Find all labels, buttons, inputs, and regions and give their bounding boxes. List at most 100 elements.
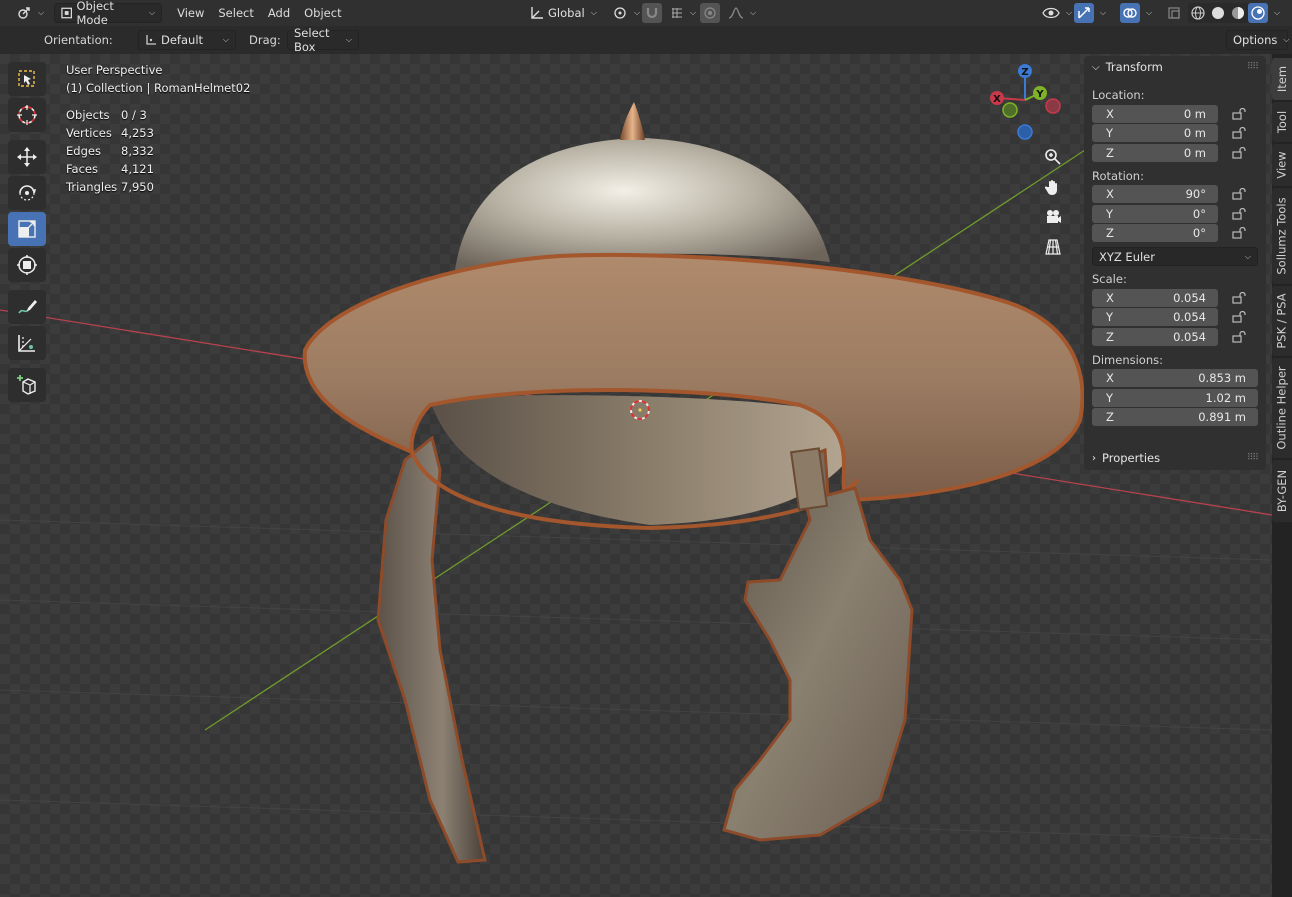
- rotation-x-field[interactable]: X 90°: [1092, 185, 1218, 204]
- gizmo-neg-x[interactable]: [1045, 98, 1061, 114]
- solid-shading-button[interactable]: [1208, 3, 1228, 23]
- dimensions-y-field[interactable]: Y 1.02 m: [1092, 388, 1258, 407]
- stat-label: Edges: [66, 144, 101, 158]
- axis-label: Z: [1106, 145, 1114, 160]
- tool-measure[interactable]: [8, 326, 46, 360]
- tool-add-cube[interactable]: [8, 368, 46, 402]
- cursor-icon: [17, 105, 37, 125]
- lock-rotation-y[interactable]: [1232, 207, 1252, 220]
- falloff-dropdown[interactable]: ⌵: [722, 3, 762, 23]
- tab-label: Outline Helper: [1275, 366, 1289, 450]
- zoom-button[interactable]: [1040, 146, 1066, 168]
- overlays-toggle[interactable]: [1120, 3, 1140, 23]
- pan-button[interactable]: [1040, 176, 1066, 198]
- chevron-down-icon: ⌵: [590, 8, 597, 17]
- gizmo-toggle[interactable]: [1074, 3, 1094, 23]
- axis-label: Z: [1106, 226, 1114, 241]
- gizmo-neg-z[interactable]: [1017, 124, 1033, 140]
- axis-label: X: [1106, 290, 1114, 305]
- lock-rotation-z[interactable]: [1232, 227, 1252, 239]
- options-label: Options: [1233, 33, 1278, 47]
- wireframe-shading-button[interactable]: [1188, 3, 1208, 23]
- lock-scale-x[interactable]: [1232, 291, 1252, 304]
- transform-panel-header[interactable]: ⌵ Transform ⠿⠿: [1084, 56, 1266, 78]
- location-y-field[interactable]: Y 0 m: [1092, 124, 1218, 143]
- transform-icon: [17, 255, 37, 275]
- lock-scale-y[interactable]: [1232, 311, 1252, 323]
- tab-tool[interactable]: Tool: [1272, 102, 1292, 142]
- tab-by-gen[interactable]: BY-GEN: [1272, 460, 1292, 522]
- rotation-z-field[interactable]: Z 0°: [1092, 224, 1218, 243]
- properties-panel-header[interactable]: › Properties ⠿⠿: [1084, 446, 1266, 470]
- lock-location-z[interactable]: [1232, 146, 1252, 159]
- xray-toggle[interactable]: [1164, 3, 1184, 23]
- rendered-shading-button[interactable]: [1248, 3, 1268, 23]
- xray-icon: [1168, 7, 1180, 19]
- field-value: 0.054: [1173, 290, 1206, 305]
- lock-location-x[interactable]: [1232, 107, 1252, 120]
- location-z-field[interactable]: Z 0 m: [1092, 143, 1218, 162]
- stat-value: 4,253: [121, 126, 154, 140]
- snap-toggle[interactable]: [642, 3, 662, 23]
- tool-scale[interactable]: [8, 212, 46, 246]
- tool-select-box[interactable]: [8, 62, 46, 96]
- mode-selector[interactable]: Object Mode ⌵: [54, 0, 163, 27]
- unlocked-icon: [1232, 330, 1246, 343]
- gizmo-dropdown[interactable]: ⌵: [1094, 3, 1110, 23]
- location-z-row: Z 0 m: [1084, 143, 1266, 163]
- 3d-viewport[interactable]: User Perspective (1) Collection | RomanH…: [0, 54, 1272, 897]
- scale-z-field[interactable]: Z 0.054: [1092, 327, 1218, 346]
- menu-view[interactable]: View: [170, 3, 211, 23]
- axis-label: Y: [1106, 206, 1114, 221]
- transform-orientation-dropdown[interactable]: Global ⌵: [524, 3, 603, 23]
- tool-cursor[interactable]: [8, 98, 46, 132]
- tab-outline-helper[interactable]: Outline Helper: [1272, 358, 1292, 458]
- menu-object[interactable]: Object: [297, 3, 348, 23]
- tab-view[interactable]: View: [1272, 144, 1292, 186]
- tab-psk-psa[interactable]: PSK / PSA: [1272, 286, 1292, 356]
- rotation-mode-dropdown[interactable]: XYZ Euler ⌵: [1092, 247, 1258, 266]
- orientation-dropdown[interactable]: Default ⌵: [138, 30, 236, 50]
- options-dropdown[interactable]: Options ⌵: [1226, 30, 1289, 50]
- drag-dropdown[interactable]: Select Box ⌵: [287, 26, 359, 54]
- perspective-toggle-button[interactable]: [1040, 236, 1066, 258]
- viewport-info: User Perspective (1) Collection | RomanH…: [66, 61, 250, 97]
- material-shading-button[interactable]: [1228, 3, 1248, 23]
- proportional-edit-toggle[interactable]: [700, 3, 720, 23]
- menu-select[interactable]: Select: [211, 3, 260, 23]
- tool-move[interactable]: [8, 140, 46, 174]
- drag-grip-icon[interactable]: ⠿⠿: [1247, 453, 1259, 463]
- scale-x-field[interactable]: X 0.054: [1092, 288, 1218, 307]
- rotation-y-field[interactable]: Y 0°: [1092, 204, 1218, 223]
- lock-rotation-x[interactable]: [1232, 188, 1252, 200]
- tool-rotate[interactable]: [8, 176, 46, 210]
- pivot-dropdown[interactable]: ⌵: [606, 3, 646, 23]
- visibility-dropdown[interactable]: ⌵: [1036, 3, 1078, 23]
- menu-add[interactable]: Add: [261, 3, 297, 23]
- lock-scale-z[interactable]: [1232, 330, 1252, 343]
- gizmo-neg-y[interactable]: [1002, 102, 1018, 118]
- overlays-dropdown[interactable]: ⌵: [1140, 3, 1156, 23]
- chevron-down-icon: ⌵: [345, 35, 352, 44]
- field-value: 0 m: [1183, 126, 1206, 141]
- navigation-gizmo[interactable]: Z X Y: [980, 60, 1070, 150]
- rotation-label: Rotation:: [1092, 168, 1144, 183]
- tool-annotate[interactable]: [8, 290, 46, 324]
- tool-transform[interactable]: [8, 248, 46, 282]
- tab-item[interactable]: Item: [1272, 58, 1292, 100]
- material-sphere-icon: [1232, 7, 1244, 19]
- chevron-down-icon: ⌵: [1146, 8, 1153, 17]
- drag-grip-icon[interactable]: ⠿⠿: [1247, 62, 1259, 72]
- lock-location-y[interactable]: [1232, 127, 1252, 139]
- tab-sollumz-tools[interactable]: Sollumz Tools: [1272, 188, 1292, 284]
- scale-y-field[interactable]: Y 0.054: [1092, 308, 1218, 327]
- snap-target-dropdown[interactable]: ⌵: [664, 3, 702, 23]
- gizmo-icon: [1078, 7, 1090, 19]
- dimensions-x-field[interactable]: X 0.853 m: [1092, 369, 1258, 388]
- location-x-field[interactable]: X 0 m: [1092, 104, 1218, 123]
- dimensions-z-field[interactable]: Z 0.891 m: [1092, 408, 1258, 427]
- solid-sphere-icon: [1212, 7, 1224, 19]
- shading-dropdown[interactable]: ⌵: [1268, 3, 1284, 23]
- editor-type-button[interactable]: ⌵: [10, 3, 50, 23]
- camera-view-button[interactable]: [1040, 206, 1066, 228]
